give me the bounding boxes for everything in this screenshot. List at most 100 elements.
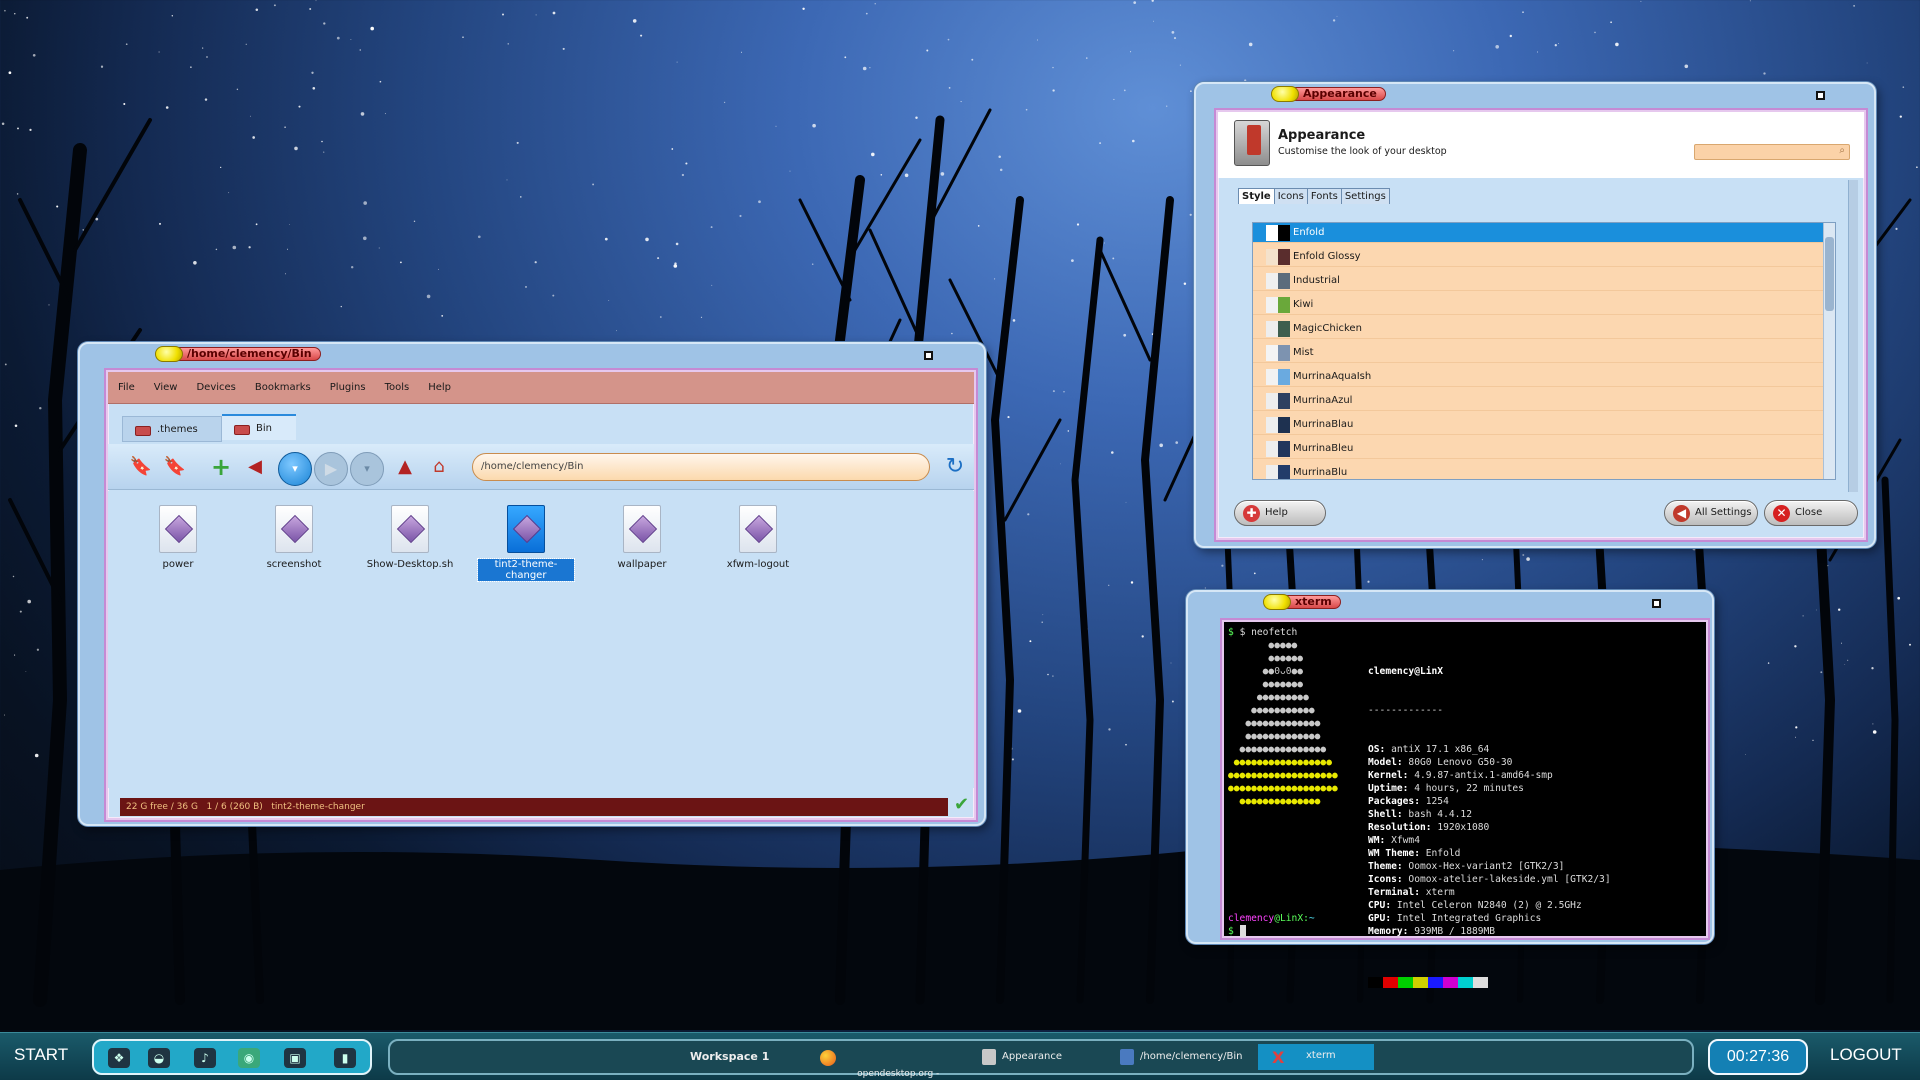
audio-icon[interactable]: ♪ [194,1048,216,1068]
dropbox-icon[interactable]: ❖ [108,1048,130,1068]
theme-row[interactable]: Enfold [1253,223,1835,243]
logout-button[interactable]: LOGOUT [1830,1045,1902,1065]
theme-row[interactable]: MurrinaBlu [1253,463,1835,479]
start-button[interactable]: START [14,1045,68,1065]
address-bar[interactable]: /home/clemency/Bin [472,453,930,481]
filemanager-body: File View Devices Bookmarks Plugins Tool… [106,370,976,820]
battery-icon[interactable]: ▮ [334,1048,356,1068]
menu-help[interactable]: Help [428,382,451,393]
theme-row[interactable]: MurrinaAquaIsh [1253,367,1835,387]
task-xterm-active[interactable]: X xterm [1258,1044,1374,1070]
up-arrow-icon[interactable]: ▲ [390,452,420,482]
theme-row[interactable]: Industrial [1253,271,1835,291]
add-icon[interactable]: + [206,452,236,482]
window-title[interactable]: xterm [1263,594,1341,610]
menu-file[interactable]: File [118,382,135,393]
palette-swatch [1398,977,1413,988]
prompt: clemency@LinX:~ [1228,913,1315,924]
palette-swatch [1413,977,1428,988]
dropdown-circle-button[interactable]: ▾ [278,452,312,486]
maximize-button[interactable] [1652,599,1661,608]
filemanager-window[interactable]: /home/clemency/Bin File View Devices Boo… [78,342,986,826]
menu-plugins[interactable]: Plugins [330,382,366,393]
workspace-label[interactable]: Workspace 1 [690,1045,769,1069]
help-button[interactable]: ✚ Help [1234,500,1326,526]
terminal-output[interactable]: $ $ neofetch ●●●●● ●●●●●● ●●0ᴗ0●● ●●●●●●… [1224,622,1706,988]
list-scrollbar[interactable] [1823,223,1835,479]
theme-row[interactable]: Enfold Glossy [1253,247,1835,267]
theme-row[interactable]: Mist [1253,343,1835,363]
info-line: OS: antiX 17.1 x86_64 [1368,744,1490,755]
window-menu-button[interactable] [155,346,183,362]
file-item[interactable]: xfwm-logout [710,505,806,570]
hat-icon[interactable]: ◒ [148,1048,170,1068]
all-settings-button[interactable]: ◀ All Settings [1664,500,1758,526]
bookmark-icon[interactable]: 🔖 [160,452,190,482]
menu-view[interactable]: View [154,382,178,393]
tab-icons[interactable]: Icons [1273,188,1308,204]
tab-settings[interactable]: Settings [1340,188,1390,204]
folder-icon [234,425,250,435]
xterm-titlebar[interactable]: xterm [1188,592,1712,614]
maximize-button[interactable] [1816,91,1825,100]
menu-tools[interactable]: Tools [385,382,410,393]
theme-row[interactable]: MurrinaBlau [1253,415,1835,435]
theme-row[interactable]: MurrinaAzul [1253,391,1835,411]
close-button[interactable]: ✕ Close [1764,500,1858,526]
history-circle-button[interactable]: ▾ [350,452,384,486]
color-palette [1368,977,1611,990]
menubar: File View Devices Bookmarks Plugins Tool… [108,372,974,404]
system-info-lines: OS: antiX 17.1 x86_64 Model: 80G0 Lenovo … [1368,743,1611,938]
file-item[interactable]: Show-Desktop.sh [362,505,458,570]
file-item[interactable]: wallpaper [594,505,690,570]
file-view[interactable]: power screenshot Show-Desktop.sh tint2-t… [108,491,974,788]
info-line: WM Theme: Enfold [1368,848,1461,859]
window-title[interactable]: /home/clemency/Bin [155,346,321,362]
theme-row[interactable]: MagicChicken [1253,319,1835,339]
tab-themes[interactable]: .themes [122,416,222,442]
window-scrollbar[interactable] [1848,180,1858,492]
task-firefox[interactable]: opendesktop.org - Mozilla Firefox [818,1043,948,1079]
clock[interactable]: 00:27:36 [1708,1039,1808,1075]
refresh-icon[interactable]: ↻ [940,452,970,482]
window-title[interactable]: Appearance [1271,86,1386,102]
antix-logo: ●●●●● ●●●●●● ●●0ᴗ0●● ●●●●●●● ●●●●●●●●● ●… [1228,639,1338,808]
info-line: Uptime: 4 hours, 22 minutes [1368,783,1524,794]
search-input[interactable]: ⌕ [1694,144,1850,160]
logo-line: ●●●●●●●●●●●●● [1228,718,1321,729]
appearance-titlebar[interactable]: Appearance [1196,84,1874,106]
theme-row[interactable]: Kiwi [1253,295,1835,315]
tab-style[interactable]: Style [1238,188,1275,204]
info-line: GPU: Intel Integrated Graphics [1368,913,1542,924]
taskbar: START ❖ ◒ ♪ ◉ ▣ ▮ Workspace 1 opendeskto… [0,1032,1920,1080]
forward-circle-button[interactable]: ▶ [314,452,348,486]
appearance-subheading: Customise the look of your desktop [1278,146,1447,157]
file-item-selected[interactable]: tint2-theme-changer [477,505,575,582]
tab-bin[interactable]: Bin [222,414,296,440]
info-line: Shell: bash 4.4.12 [1368,809,1472,820]
file-item[interactable]: screenshot [246,505,342,570]
monitor-icon[interactable]: ▣ [284,1048,306,1068]
task-filemanager[interactable]: /home/clemency/Bin [1118,1045,1243,1069]
file-item[interactable]: power [130,505,226,570]
home-icon[interactable]: ⌂ [424,452,454,482]
globe-icon[interactable]: ◉ [238,1048,260,1068]
back-arrow-icon[interactable]: ◀ [240,452,270,482]
menu-bookmarks[interactable]: Bookmarks [255,382,311,393]
theme-row[interactable]: MurrinaBleu [1253,439,1835,459]
tab-fonts[interactable]: Fonts [1306,188,1342,204]
task-appearance[interactable]: Appearance [980,1045,1062,1069]
logo-line: ●●0ᴗ0●● [1228,666,1304,677]
filemanager-titlebar[interactable]: /home/clemency/Bin [80,344,984,366]
theme-list[interactable]: Enfold Enfold Glossy Industrial Kiwi Mag… [1252,222,1836,480]
window-menu-button[interactable] [1263,594,1291,610]
info-line: Model: 80G0 Lenovo G50-30 [1368,757,1513,768]
menu-devices[interactable]: Devices [196,382,235,393]
logo-line: ●●●●●●●●●●●●●●●●●●● [1228,783,1338,794]
new-bookmark-icon[interactable]: 🔖 [126,452,156,482]
appearance-window[interactable]: Appearance Appearance Customise the look… [1194,82,1876,548]
appearance-body: Appearance Customise the look of your de… [1216,110,1866,540]
maximize-button[interactable] [924,351,933,360]
xterm-window[interactable]: xterm $ $ neofetch ●●●●● ●●●●●● ●●0ᴗ0●● … [1186,590,1714,988]
window-menu-button[interactable] [1271,86,1299,102]
